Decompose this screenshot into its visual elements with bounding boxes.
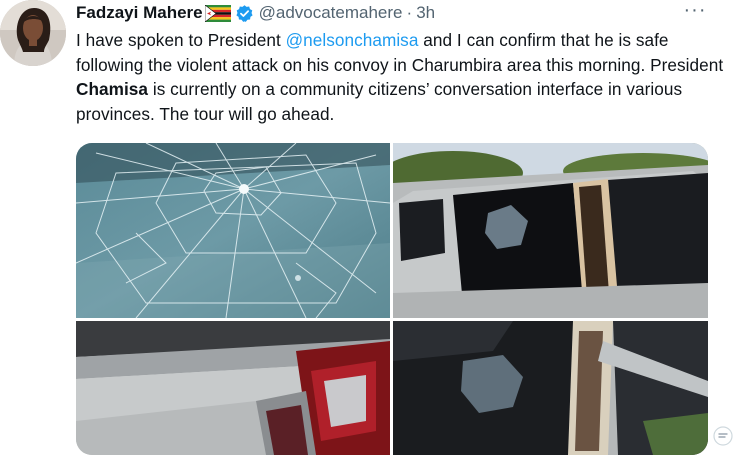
avatar[interactable] [0, 0, 66, 66]
media-grid [76, 143, 708, 455]
tweet-text: I have spoken to President @nelsonchamis… [76, 28, 726, 126]
reply-bubble-icon[interactable] [712, 425, 733, 447]
more-options-icon[interactable]: ··· [680, 0, 710, 22]
tweet-header: Fadzayi Mahere @advocatemahere · 3h [76, 2, 435, 24]
tweet-text-part: is currently on a community citizens’ co… [76, 79, 683, 124]
verified-badge-icon [235, 4, 254, 23]
author-handle[interactable]: @advocatemahere [259, 3, 403, 23]
tweet-text-part: I have spoken to President [76, 30, 286, 50]
header-separator: · [406, 3, 413, 22]
author-name[interactable]: Fadzayi Mahere [76, 3, 203, 23]
photo-shattered-windshield[interactable] [76, 143, 390, 318]
photo-smashed-side-window[interactable] [393, 321, 708, 455]
mention-link[interactable]: @nelsonchamisa [286, 30, 419, 50]
photo-tail-light[interactable] [76, 321, 390, 455]
tweet-text-bold: Chamisa [76, 79, 148, 99]
zimbabwe-flag-icon [204, 3, 231, 23]
tweet-timestamp[interactable]: 3h [416, 3, 435, 23]
photo-smashed-suv-window[interactable] [393, 143, 708, 318]
